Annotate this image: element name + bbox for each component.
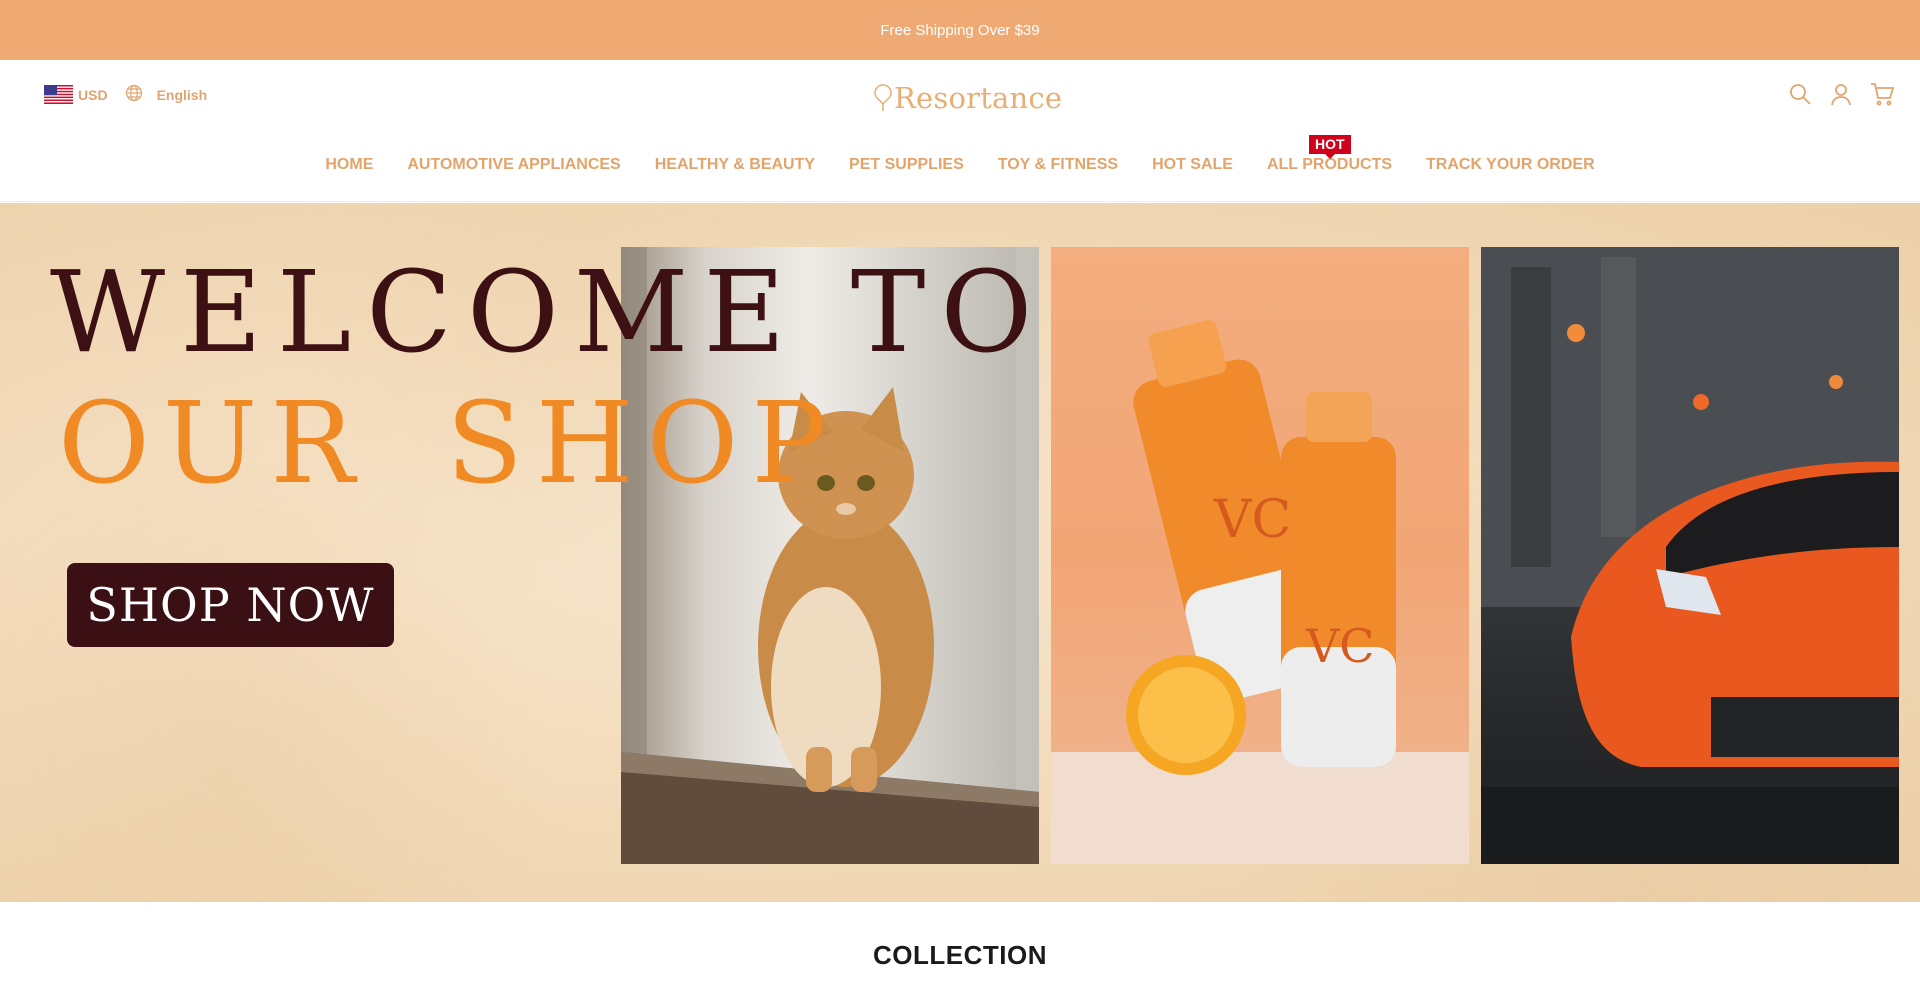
nav-hot-sale[interactable]: HOT SALE: [1152, 156, 1233, 174]
vc-label-large: VC: [1213, 490, 1291, 550]
hero-image-skincare: VC VC: [1051, 247, 1469, 864]
us-flag-icon: [44, 85, 73, 104]
language-selector[interactable]: English: [125, 84, 208, 105]
language-label: English: [156, 86, 208, 103]
nav-healthy-beauty[interactable]: HEALTHY & BEAUTY: [655, 156, 815, 174]
locale-selector: USD English: [44, 84, 207, 105]
globe-icon: [125, 84, 143, 105]
header-tools: [1788, 82, 1895, 106]
main-navigation: HOME AUTOMOTIVE APPLIANCES HEALTHY & BEA…: [0, 135, 1920, 174]
currency-selector[interactable]: USD: [44, 85, 108, 104]
nav-track-order[interactable]: TRACK YOUR ORDER: [1426, 156, 1595, 174]
account-icon[interactable]: [1829, 82, 1853, 106]
cart-icon[interactable]: [1870, 82, 1895, 106]
nav-toy-fitness[interactable]: TOY & FITNESS: [998, 156, 1118, 174]
currency-label: USD: [78, 86, 108, 103]
announcement-text: Free Shipping Over $39: [880, 21, 1040, 39]
nav-home[interactable]: HOME: [325, 156, 373, 174]
nav-automotive-appliances[interactable]: AUTOMOTIVE APPLIANCES: [407, 156, 620, 174]
hot-badge: HOT: [1308, 135, 1351, 159]
hero-title-line2: OUR SHOP: [58, 379, 840, 509]
logo-text: Resortance: [894, 81, 1063, 115]
hero-image-car: [1481, 247, 1899, 864]
nav-pet-supplies[interactable]: PET SUPPLIES: [849, 156, 964, 174]
shop-now-button[interactable]: SHOP NOW: [67, 563, 394, 647]
site-logo[interactable]: Resortance: [872, 78, 1062, 118]
hero-title-line1: WELCOME TO: [50, 248, 1048, 378]
search-icon[interactable]: [1788, 82, 1812, 106]
vc-label-small: VC: [1305, 619, 1374, 673]
site-header: USD English Resortance HOME AUTOMOTIVE A…: [0, 60, 1920, 202]
collection-heading: COLLECTION: [873, 940, 1047, 970]
nav-all-products[interactable]: HOT ALL PRODUCTS: [1267, 135, 1392, 174]
logo-mark-icon: [874, 84, 892, 111]
announcement-bar: Free Shipping Over $39: [0, 0, 1920, 60]
hero-banner[interactable]: VC VC WELCOME TO OUR SHOP SHOP NOW: [0, 203, 1920, 902]
